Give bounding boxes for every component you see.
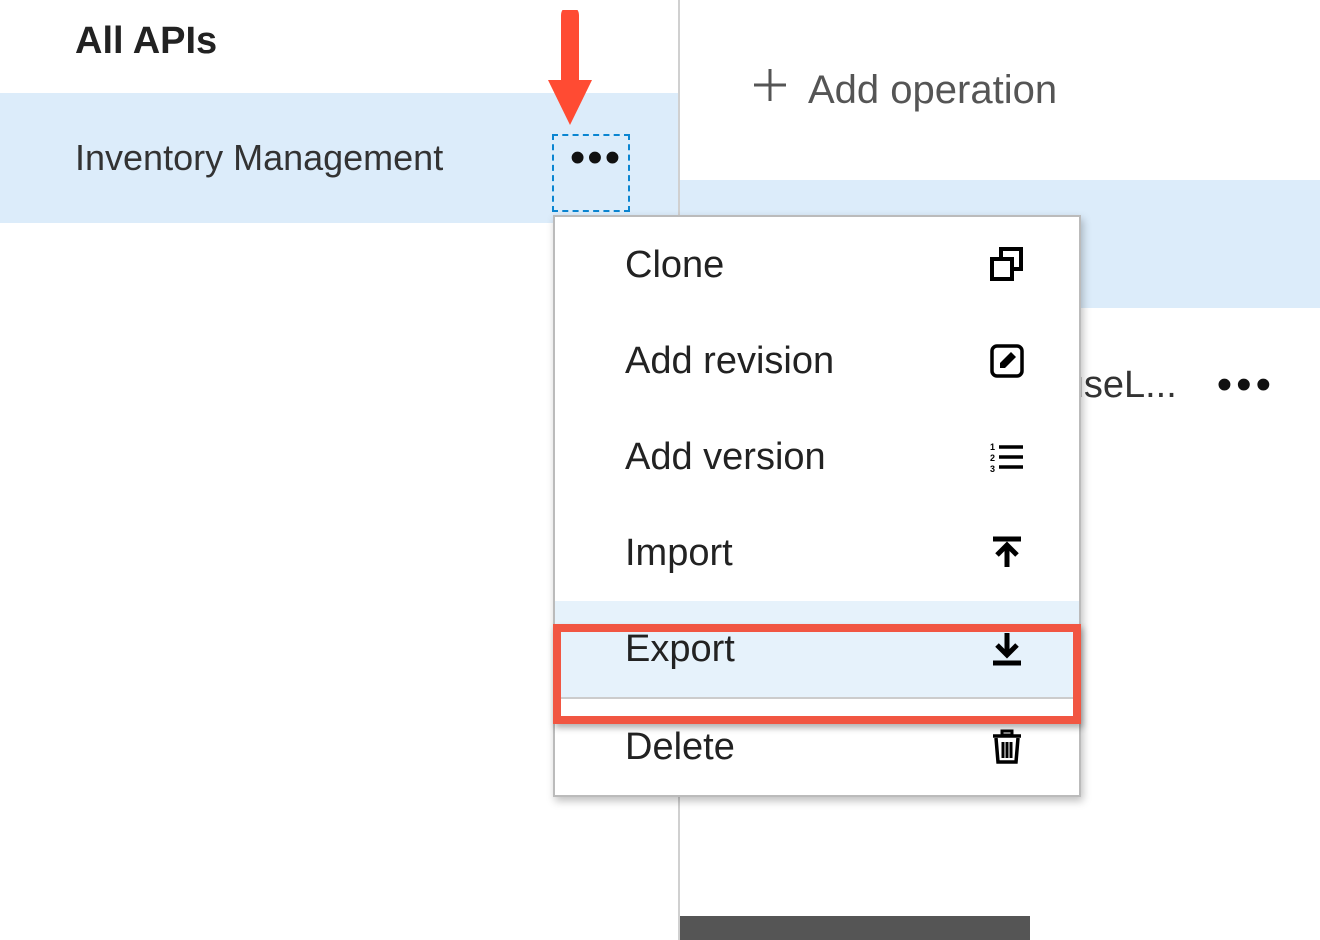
add-operation-button[interactable]: Add operation [680,0,1320,165]
menu-item-label: Add revision [625,340,834,383]
plus-icon [750,65,790,115]
svg-text:3: 3 [990,464,995,474]
svg-text:1: 1 [990,442,995,452]
edit-icon [987,341,1027,381]
api-context-menu: Clone Add revision Add version 1 2 3 Imp… [553,215,1081,797]
menu-item-label: Export [625,628,735,671]
menu-item-label: Add version [625,436,826,479]
export-icon [987,629,1027,669]
svg-text:2: 2 [990,453,995,463]
menu-item-add-version[interactable]: Add version 1 2 3 [555,409,1079,505]
menu-item-label: Clone [625,244,724,287]
clone-icon [987,245,1027,285]
add-operation-label: Add operation [808,68,1057,113]
menu-item-delete[interactable]: Delete [555,699,1079,795]
menu-item-label: Import [625,532,733,575]
scrollbar-track[interactable] [680,916,1030,940]
menu-item-clone[interactable]: Clone [555,217,1079,313]
menu-item-label: Delete [625,726,735,769]
menu-item-export[interactable]: Export [555,601,1079,697]
trash-icon [987,727,1027,767]
all-apis-header[interactable]: All APIs [0,0,678,93]
focus-indicator [552,134,630,212]
operation-more-button[interactable]: ••• [1217,360,1275,410]
list-icon: 1 2 3 [987,437,1027,477]
menu-item-add-revision[interactable]: Add revision [555,313,1079,409]
ellipsis-icon: ••• [1217,360,1275,409]
menu-item-import[interactable]: Import [555,505,1079,601]
import-icon [987,533,1027,573]
